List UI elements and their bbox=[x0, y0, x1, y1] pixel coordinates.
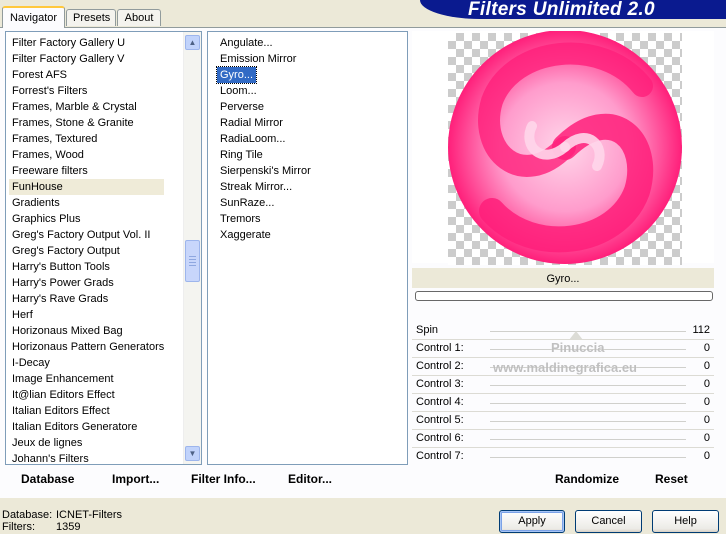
category-scrollbar[interactable]: ▲ ▼ bbox=[183, 32, 201, 464]
control-label: Control 7: bbox=[416, 450, 464, 462]
control-label: Control 5: bbox=[416, 414, 464, 426]
category-item[interactable]: Jeux de lignes bbox=[9, 435, 164, 451]
filter-item[interactable]: Streak Mirror... bbox=[217, 181, 292, 193]
category-item[interactable]: Filter Factory Gallery U bbox=[9, 35, 164, 51]
filter-item[interactable]: Sierpenski's Mirror bbox=[217, 165, 311, 177]
control-value: 0 bbox=[703, 342, 710, 354]
category-item[interactable]: Harry's Button Tools bbox=[9, 259, 164, 275]
category-list[interactable]: Filter Factory Gallery U Filter Factory G… bbox=[5, 31, 202, 465]
control-slider[interactable] bbox=[490, 376, 686, 394]
filter-list[interactable]: Angulate... Emission Mirror Gyro... Loom...… bbox=[207, 31, 408, 465]
control-slider[interactable] bbox=[490, 448, 686, 466]
control-slider[interactable] bbox=[490, 394, 686, 412]
control-row: Control 4: 0 bbox=[412, 394, 714, 412]
help-button[interactable]: Help bbox=[652, 510, 719, 533]
category-item[interactable]: Johann's Filters bbox=[9, 451, 164, 467]
category-item[interactable]: Gradients bbox=[9, 195, 164, 211]
control-value: 0 bbox=[703, 450, 710, 462]
filter-item[interactable]: Emission Mirror bbox=[217, 53, 296, 65]
category-item[interactable]: Forest AFS bbox=[9, 67, 164, 83]
filter-item[interactable]: Loom... bbox=[217, 85, 257, 97]
control-label: Control 4: bbox=[416, 396, 464, 408]
filters-info: Filters: 1359 bbox=[2, 521, 81, 533]
randomize-button[interactable]: Randomize bbox=[555, 472, 619, 486]
filter-items: Angulate... Emission Mirror Gyro... Loom...… bbox=[215, 35, 311, 243]
filter-item[interactable]: Tremors bbox=[217, 213, 261, 225]
control-value: 0 bbox=[703, 432, 710, 444]
control-label: Control 6: bbox=[416, 432, 464, 444]
database-value: ICNET-Filters bbox=[56, 509, 122, 521]
filter-item[interactable]: RadiaLoom... bbox=[217, 133, 285, 145]
preview-image bbox=[448, 31, 682, 264]
category-item[interactable]: Horizonaus Pattern Generators bbox=[9, 339, 164, 355]
control-label: Control 2: bbox=[416, 360, 464, 372]
category-item[interactable]: Frames, Wood bbox=[9, 147, 164, 163]
filter-item[interactable]: Radial Mirror bbox=[217, 117, 283, 129]
category-items: Filter Factory Gallery U Filter Factory G… bbox=[9, 35, 165, 467]
filter-item[interactable]: Perverse bbox=[217, 101, 264, 113]
filter-item[interactable]: Ring Tile bbox=[217, 149, 263, 161]
control-row: Control 7: 0 bbox=[412, 448, 714, 466]
control-slider[interactable] bbox=[490, 412, 686, 430]
category-item[interactable]: Image Enhancement bbox=[9, 371, 164, 387]
category-item[interactable]: Greg's Factory Output Vol. II bbox=[9, 227, 164, 243]
category-item[interactable]: Forrest's Filters bbox=[9, 83, 164, 99]
control-slider[interactable] bbox=[490, 430, 686, 448]
control-row: Control 3: 0 bbox=[412, 376, 714, 394]
category-item[interactable]: Greg's Factory Output bbox=[9, 243, 164, 259]
control-label: Control 1: bbox=[416, 342, 464, 354]
filters-count: 1359 bbox=[56, 521, 81, 533]
category-item[interactable]: FunHouse bbox=[9, 179, 165, 195]
category-item[interactable]: Harry's Power Grads bbox=[9, 275, 164, 291]
category-item[interactable]: Frames, Textured bbox=[9, 131, 164, 147]
category-item[interactable]: Italian Editors Generatore bbox=[9, 419, 164, 435]
category-item[interactable]: Harry's Rave Grads bbox=[9, 291, 164, 307]
control-label: Control 3: bbox=[416, 378, 464, 390]
import-button[interactable]: Import... bbox=[112, 472, 159, 486]
category-item[interactable]: Freeware filters bbox=[9, 163, 164, 179]
database-info: Database: ICNET-Filters bbox=[2, 509, 122, 521]
database-button[interactable]: Database bbox=[21, 472, 74, 486]
control-value: 0 bbox=[703, 414, 710, 426]
control-slider[interactable] bbox=[490, 322, 686, 340]
category-item[interactable]: Filter Factory Gallery V bbox=[9, 51, 164, 67]
control-row: Control 5: 0 bbox=[412, 412, 714, 430]
control-value: 0 bbox=[703, 360, 710, 372]
category-item[interactable]: It@lian Editors Effect bbox=[9, 387, 164, 403]
scrollbar-thumb[interactable] bbox=[185, 240, 200, 282]
scroll-down-arrow-icon[interactable]: ▼ bbox=[185, 446, 200, 461]
preview-area bbox=[412, 31, 714, 265]
control-value: 0 bbox=[703, 396, 710, 408]
control-row: Spin 112 bbox=[412, 322, 714, 340]
app-title: Filters Unlimited 2.0 bbox=[468, 0, 655, 20]
reset-button[interactable]: Reset bbox=[655, 472, 688, 486]
filter-item[interactable]: Xaggerate bbox=[217, 229, 271, 241]
cancel-button[interactable]: Cancel bbox=[575, 510, 642, 533]
tab-navigator[interactable]: Navigator bbox=[2, 6, 65, 28]
category-item[interactable]: Horizonaus Mixed Bag bbox=[9, 323, 164, 339]
scroll-up-arrow-icon[interactable]: ▲ bbox=[185, 35, 200, 50]
category-item[interactable]: Frames, Stone & Granite bbox=[9, 115, 164, 131]
watermark-text: Pinuccia bbox=[551, 340, 605, 355]
category-item[interactable]: Graphics Plus bbox=[9, 211, 164, 227]
control-value: 0 bbox=[703, 378, 710, 390]
category-item[interactable]: Herf bbox=[9, 307, 164, 323]
tab-about[interactable]: About bbox=[117, 9, 161, 26]
apply-button[interactable]: Apply bbox=[499, 510, 565, 533]
filter-info-button[interactable]: Filter Info... bbox=[191, 472, 256, 486]
category-item[interactable]: I-Decay bbox=[9, 355, 164, 371]
control-value: 112 bbox=[692, 324, 710, 336]
watermark-text: www.maldinegrafica.eu bbox=[493, 360, 638, 375]
control-label: Spin bbox=[416, 324, 439, 336]
filter-item[interactable]: Gyro... bbox=[215, 66, 258, 84]
preview-filter-name: Gyro... bbox=[412, 268, 714, 288]
filter-item[interactable]: Angulate... bbox=[217, 37, 273, 49]
control-row: Control 6: 0 bbox=[412, 430, 714, 448]
tab-presets[interactable]: Presets bbox=[66, 9, 116, 26]
progress-bar bbox=[415, 291, 713, 301]
category-item[interactable]: Italian Editors Effect bbox=[9, 403, 164, 419]
editor-button[interactable]: Editor... bbox=[288, 472, 332, 486]
filter-item[interactable]: SunRaze... bbox=[217, 197, 274, 209]
category-item[interactable]: Frames, Marble & Crystal bbox=[9, 99, 164, 115]
